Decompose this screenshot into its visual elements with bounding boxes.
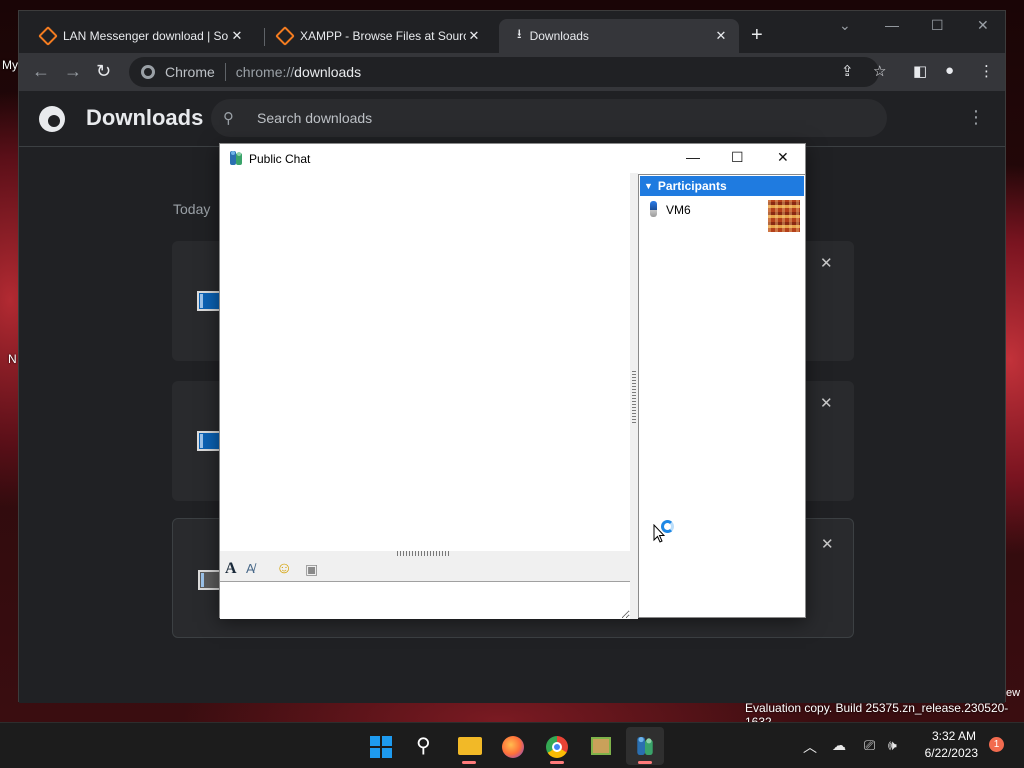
chat-message-input[interactable] <box>220 583 630 619</box>
smiley-icon[interactable]: ☺ <box>276 559 292 579</box>
participants-panel: ▼ Participants VM6 <box>638 174 806 618</box>
installer-file-icon <box>197 431 221 451</box>
close-window-icon[interactable]: ✕ <box>977 17 989 34</box>
remove-download-icon[interactable]: ✕ <box>820 254 833 272</box>
maximize-icon[interactable]: ☐ <box>731 149 744 166</box>
new-tab-button[interactable]: + <box>751 25 763 45</box>
lan-messenger-icon <box>230 151 242 165</box>
side-panel-icon[interactable]: ◧ <box>913 62 927 80</box>
tab-downloads[interactable]: ⭳ Downloads ✕ <box>499 19 739 53</box>
chrome-logo-icon <box>39 106 65 132</box>
participant-name: VM6 <box>666 203 691 217</box>
lan-messenger-icon <box>637 737 653 755</box>
tab-lan-messenger[interactable]: LAN Messenger download | SourceForge.net… <box>23 19 255 53</box>
search-input[interactable] <box>257 110 857 126</box>
chrome-button[interactable] <box>538 727 576 765</box>
avatar <box>768 200 800 232</box>
package-app-button[interactable] <box>582 727 620 765</box>
address-bar[interactable]: Chrome chrome:// downloads <box>129 57 879 87</box>
downloads-header: Downloads ⚲ ⋮ <box>19 91 1005 147</box>
page-title: Downloads <box>86 105 204 130</box>
date-section-label: Today <box>173 201 211 217</box>
windows-logo-icon <box>370 736 392 758</box>
browser-toolbar: ← → ↻ Chrome chrome:// downloads ⇪ ☆ ◧ ●… <box>19 53 1005 91</box>
network-icon[interactable]: ⎚ <box>864 737 875 754</box>
tab-title: XAMPP - Browse Files at SourceForge.net <box>300 29 466 43</box>
volume-icon[interactable]: 🕪 <box>888 737 897 754</box>
busy-spinner-icon <box>661 520 674 533</box>
folder-icon <box>458 737 482 755</box>
bookmark-star-icon[interactable]: ☆ <box>873 62 886 80</box>
xampp-diamond-icon <box>38 26 58 46</box>
close-icon[interactable]: ✕ <box>229 28 245 44</box>
close-icon[interactable]: ✕ <box>466 28 482 44</box>
reload-icon[interactable]: ↻ <box>96 62 111 80</box>
minimize-icon[interactable]: — <box>686 149 700 165</box>
search-icon: ⚲ <box>416 735 431 757</box>
chat-title-bar[interactable]: Public Chat — ☐ ✕ <box>220 144 805 173</box>
participants-group-header[interactable]: ▼ Participants <box>640 176 804 196</box>
font-icon[interactable]: A <box>225 559 237 579</box>
user-status-icon <box>650 201 657 217</box>
file-explorer-button[interactable] <box>450 727 488 765</box>
participant-item[interactable]: VM6 <box>639 199 805 235</box>
taskbar: ⚲ ︿ ☁ ⎚ 🕪 3:32 AM 6/22/2023 <box>0 722 1024 768</box>
font-color-icon[interactable]: A̸ <box>246 559 255 579</box>
minimize-icon[interactable]: — <box>885 17 899 33</box>
vertical-splitter[interactable] <box>630 173 638 619</box>
omnibox-scheme-label: Chrome <box>165 64 215 80</box>
start-button[interactable] <box>361 727 399 765</box>
chrome-logo-icon <box>141 65 155 79</box>
search-icon: ⚲ <box>223 110 234 127</box>
running-indicator <box>462 761 476 764</box>
save-icon[interactable]: ▣ <box>305 559 318 579</box>
url-prefix: chrome:// <box>235 64 295 80</box>
clock-time[interactable]: 3:32 AM <box>930 729 976 743</box>
firefox-button[interactable] <box>494 727 532 765</box>
url-host: downloads <box>294 64 362 80</box>
chat-message-area[interactable] <box>220 173 630 551</box>
desktop-icon-label[interactable]: N <box>8 352 17 366</box>
clock-date[interactable]: 6/22/2023 <box>918 746 978 760</box>
notification-badge[interactable]: 1 <box>989 737 1004 752</box>
search-bar[interactable]: ⚲ <box>211 99 887 137</box>
menu-kebab-icon[interactable]: ⋮ <box>979 62 994 80</box>
omnibox-separator <box>224 63 226 81</box>
participants-header-label: Participants <box>657 179 727 193</box>
watermark-fragment: ew <box>1006 687 1021 699</box>
close-icon[interactable]: ✕ <box>777 149 789 166</box>
forward-arrow-icon[interactable]: → <box>64 62 82 80</box>
remove-download-icon[interactable]: ✕ <box>821 535 834 553</box>
profile-icon[interactable]: ● <box>945 62 954 79</box>
desktop-icon-label[interactable]: My <box>2 58 18 72</box>
tab-search-chevron-icon[interactable]: ⌄ <box>839 17 851 34</box>
collapse-triangle-icon[interactable]: ▼ <box>644 181 653 191</box>
tab-strip: LAN Messenger download | SourceForge.net… <box>19 11 1005 53</box>
back-arrow-icon[interactable]: ← <box>32 62 50 80</box>
firefox-icon <box>502 736 524 758</box>
public-chat-window: Public Chat — ☐ ✕ A A̸ ☺ ▣ ▼ Participant… <box>219 143 806 619</box>
remove-download-icon[interactable]: ✕ <box>820 394 833 412</box>
maximize-icon[interactable]: ☐ <box>931 17 944 34</box>
download-icon: ⭳ <box>517 26 522 41</box>
tab-title: Downloads <box>529 29 589 43</box>
search-button[interactable]: ⚲ <box>406 727 444 765</box>
xampp-diamond-icon <box>275 26 295 46</box>
formatting-toolbar: A A̸ ☺ ▣ <box>220 556 630 582</box>
tab-title: LAN Messenger download | SourceForge.net <box>63 29 229 43</box>
installer-file-icon <box>197 291 221 311</box>
chat-window-title: Public Chat <box>249 152 311 166</box>
close-icon[interactable]: ✕ <box>713 28 729 44</box>
lan-messenger-button[interactable] <box>626 727 664 765</box>
share-icon[interactable]: ⇪ <box>841 62 854 80</box>
chrome-icon-center <box>552 742 562 752</box>
onedrive-offline-icon[interactable]: ☁ <box>832 737 846 754</box>
running-indicator <box>638 761 652 764</box>
package-icon <box>591 737 611 755</box>
tab-xampp[interactable]: XAMPP - Browse Files at SourceForge.net … <box>260 19 492 53</box>
show-hidden-icons-chevron-icon[interactable]: ︿ <box>803 737 817 757</box>
running-indicator <box>550 761 564 764</box>
more-options-icon[interactable]: ⋮ <box>967 107 985 128</box>
splitter-grip[interactable] <box>632 369 636 423</box>
